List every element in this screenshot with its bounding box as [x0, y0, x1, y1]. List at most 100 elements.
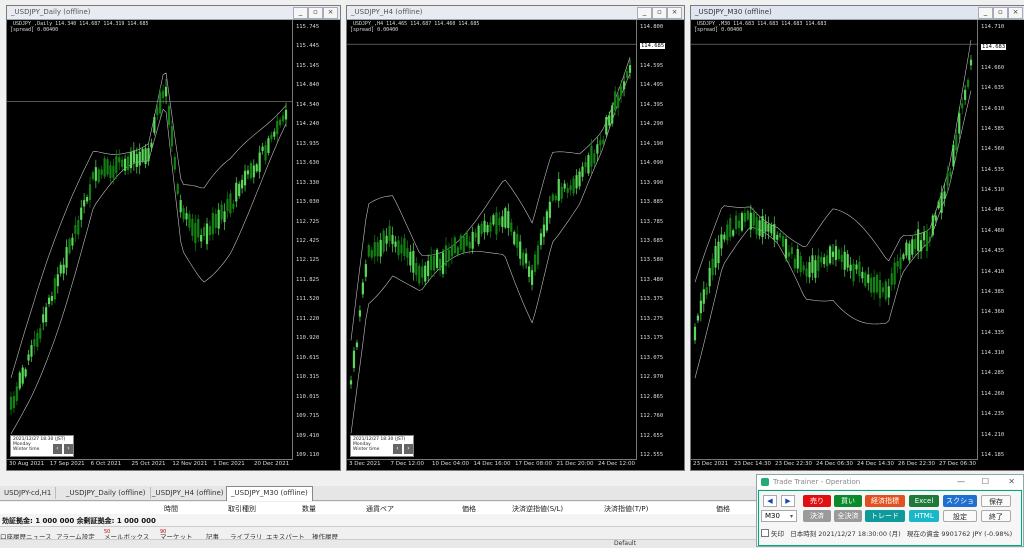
candle-body — [826, 255, 829, 267]
close-icon[interactable]: × — [1008, 7, 1023, 19]
column-header[interactable]: 通貨ペア — [366, 504, 394, 514]
price-tick-label: 114.185 — [981, 452, 1005, 458]
buy-button[interactable]: 買い — [834, 495, 862, 507]
time-axis[interactable]: 30 Aug 2021 17 Sep 2021 6 Oct 2021 25 Oct 2… — [7, 459, 292, 470]
trade-button[interactable]: トレード — [865, 510, 905, 522]
candle-body — [115, 155, 118, 173]
next-arrow-icon[interactable]: › — [64, 444, 73, 454]
chart-window-title: _USDJPY_Daily (offline) — [11, 8, 91, 16]
candle-body — [159, 92, 162, 114]
price-tick-label: 113.175 — [640, 335, 664, 342]
timeframe-select[interactable]: M30 ▾ — [761, 510, 797, 522]
candle-body — [628, 65, 632, 73]
candle-body — [21, 367, 24, 384]
next-arrow-icon[interactable]: › — [404, 444, 413, 454]
close-icon[interactable]: × — [323, 7, 338, 19]
settings-button[interactable]: 設定 — [943, 510, 977, 522]
restore-icon[interactable]: ▫ — [993, 7, 1008, 19]
next-bar-button[interactable]: ▶ — [781, 495, 795, 507]
economic-indicator-button[interactable]: 経済指標 — [865, 495, 905, 507]
chart-window-titlebar[interactable]: _USDJPY_Daily (offline) _ ▫ × — [7, 6, 340, 20]
settle-all-button[interactable]: 全決済 — [834, 510, 862, 522]
price-tick-label: 114.635 — [981, 85, 1005, 92]
column-header[interactable]: 価格 — [716, 504, 730, 514]
candle-body — [530, 270, 534, 285]
settle-button[interactable]: 決済 — [803, 510, 831, 522]
price-axis[interactable]: 115.745 115.445 115.145 114.840 114.540 114.2… — [292, 20, 340, 460]
candle-body — [899, 257, 902, 269]
chart-tab[interactable]: _USDJPY_H4 (offline) — [148, 487, 229, 499]
minimize-icon[interactable]: — — [957, 475, 965, 489]
restore-icon[interactable]: ▫ — [652, 7, 667, 19]
column-header[interactable]: 決済指値(T/P) — [604, 504, 648, 514]
candle-body — [474, 232, 477, 238]
html-button[interactable]: HTML — [909, 510, 939, 522]
chart-window-h4[interactable]: _USDJPY_H4 (offline) _ ▫ × _USDJPY_,H4 1… — [346, 5, 685, 471]
prev-arrow-icon[interactable]: ‹ — [53, 444, 62, 454]
terminal-tab[interactable]: マーケット 90 — [160, 529, 193, 541]
price-axis[interactable]: 114.800 114.685 114.595 114.495 114.395 114.2… — [636, 20, 684, 460]
maximize-icon[interactable]: ☐ — [982, 475, 989, 489]
chart-canvas[interactable] — [7, 20, 292, 460]
candle-body — [952, 144, 955, 167]
minimize-icon[interactable]: _ — [978, 7, 993, 19]
screenshot-button[interactable]: スクショ — [943, 495, 977, 507]
candle-body — [808, 262, 811, 278]
minimize-icon[interactable]: _ — [293, 7, 308, 19]
chart-window-m30[interactable]: _USDJPY_M30 (offline) _ ▫ × _USDJPY_,M30… — [690, 5, 1024, 471]
price-axis[interactable]: 114.710 114.683 114.660 114.635 114.610 114.5… — [977, 20, 1024, 460]
chart-window-titlebar[interactable]: _USDJPY_M30 (offline) _ ▫ × — [691, 6, 1024, 20]
candle-body — [418, 265, 421, 284]
chart-tab-active[interactable]: _USDJPY_M30 (offline) — [226, 486, 313, 501]
time-axis[interactable]: 3 Dec 2021 7 Dec 12:00 10 Dec 04:00 14 Dec … — [347, 459, 636, 470]
price-tick-label: 109.410 — [296, 432, 320, 439]
chart-canvas[interactable] — [347, 20, 636, 460]
candle-body — [47, 297, 51, 305]
column-header[interactable]: 時間 — [164, 504, 178, 514]
close-icon[interactable]: ✕ — [1008, 475, 1015, 489]
chart-window-daily[interactable]: _USDJPY_Daily (offline) _ ▫ × _USDJPY_,D… — [6, 5, 341, 471]
profile-label[interactable]: Default — [614, 540, 636, 547]
column-header[interactable]: 取引種別 — [228, 504, 256, 514]
candle-body — [80, 207, 83, 220]
candle-body — [843, 251, 846, 270]
candle-body — [928, 236, 931, 242]
price-tick-label: 113.885 — [640, 199, 664, 206]
price-tick-label: 112.125 — [296, 257, 320, 264]
restore-icon[interactable]: ▫ — [308, 7, 323, 19]
candle-body — [729, 218, 732, 238]
price-tick-label: 114.485 — [981, 207, 1005, 214]
time-tick-label: 12 Nov 2021 — [172, 461, 208, 467]
chart-tab[interactable]: _USDJPY_Daily (offline) — [62, 487, 151, 499]
prev-arrow-icon[interactable]: ‹ — [393, 444, 402, 454]
sell-button[interactable]: 売り — [803, 495, 831, 507]
exit-button[interactable]: 終了 — [981, 510, 1011, 522]
candle-body — [890, 273, 893, 285]
column-header[interactable]: 数量 — [302, 504, 316, 514]
trade-trainer-window[interactable]: Trade Trainer - Operation — ☐ ✕ ◀ ▶ 売り 買… — [756, 474, 1024, 547]
save-button[interactable]: 保存 — [981, 495, 1011, 507]
time-tick-label: 24 Dec 12:00 — [598, 461, 635, 467]
excel-button[interactable]: Excel — [909, 495, 939, 507]
close-icon[interactable]: × — [667, 7, 682, 19]
time-axis[interactable]: 23 Dec 2021 23 Dec 14:30 23 Dec 22:30 24 De… — [691, 459, 977, 470]
time-tick-label: 17 Sep 2021 — [49, 461, 85, 467]
chart-canvas[interactable] — [691, 20, 977, 460]
chart-window-titlebar[interactable]: _USDJPY_H4 (offline) _ ▫ × — [347, 6, 684, 20]
account-balance-row[interactable]: 効証拠金: 1 000 000 余剰証拠金: 1 000 000 — [0, 514, 756, 526]
candle-body — [164, 86, 168, 97]
chart-tab[interactable]: USDJPY-cd,H1 — [0, 487, 57, 499]
candle-body — [36, 333, 39, 347]
prev-bar-button[interactable]: ◀ — [763, 495, 777, 507]
candle-body — [569, 185, 572, 191]
minimize-icon[interactable]: _ — [637, 7, 652, 19]
column-header[interactable]: 決済逆指値(S/L) — [512, 504, 563, 514]
candle-body — [846, 254, 849, 268]
candle-body — [533, 254, 537, 272]
arrow-checkbox[interactable] — [761, 529, 769, 537]
column-header[interactable]: 価格 — [462, 504, 476, 514]
price-tick-label: 112.760 — [640, 413, 664, 420]
candle-body — [931, 215, 934, 236]
terminal-tab[interactable]: メールボックス 50 — [104, 529, 149, 541]
trade-trainer-titlebar[interactable]: Trade Trainer - Operation — ☐ ✕ — [757, 475, 1023, 489]
